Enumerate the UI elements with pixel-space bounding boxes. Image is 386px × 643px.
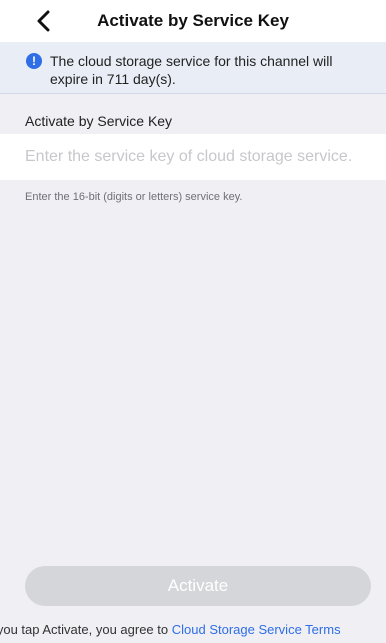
activate-button[interactable]: Activate bbox=[25, 566, 371, 606]
page-title: Activate by Service Key bbox=[97, 11, 289, 30]
service-key-hint: Enter the 16-bit (digits or letters) ser… bbox=[25, 191, 243, 203]
navigation-bar: Activate by Service Key bbox=[0, 0, 386, 42]
terms-link[interactable]: Cloud Storage Service Terms bbox=[172, 622, 341, 637]
terms-prefix: If you tap Activate, you agree to bbox=[0, 622, 172, 637]
expiry-message: The cloud storage service for this chann… bbox=[50, 53, 333, 87]
section-label: Activate by Service Key bbox=[25, 113, 173, 129]
exclamation-icon: ! bbox=[26, 53, 42, 69]
service-key-input[interactable] bbox=[25, 134, 380, 180]
service-key-field bbox=[0, 134, 386, 180]
expiry-banner: ! The cloud storage service for this cha… bbox=[0, 42, 386, 94]
terms-notice: If you tap Activate, you agree to Cloud … bbox=[0, 622, 386, 637]
